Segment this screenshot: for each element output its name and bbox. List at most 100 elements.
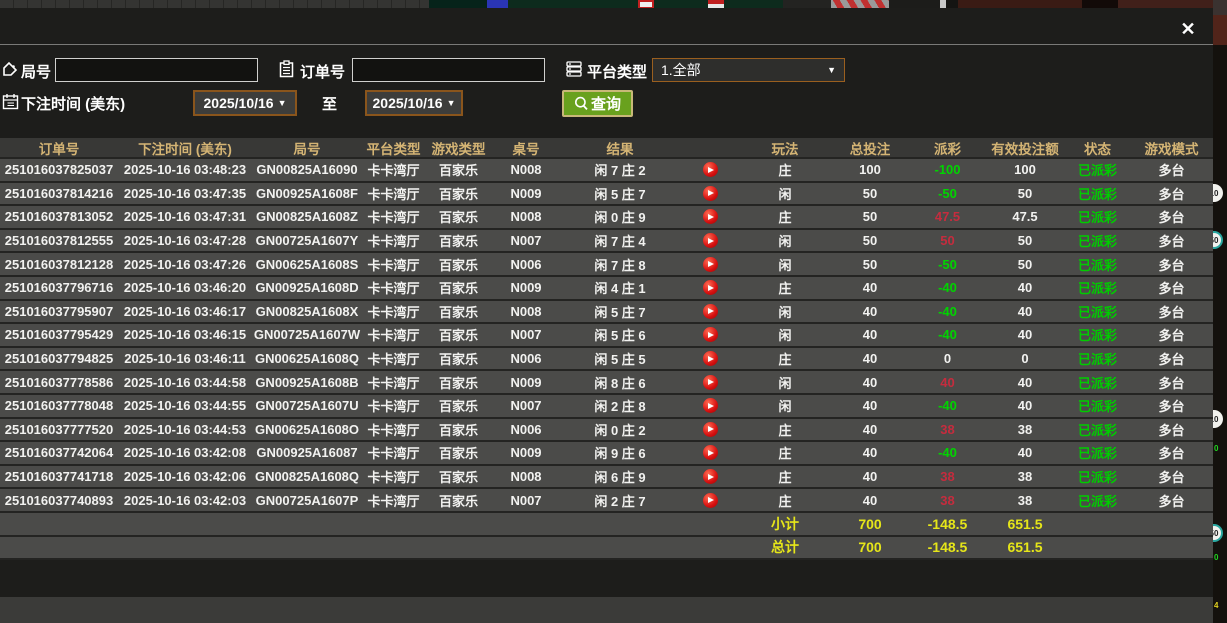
cell-game-type: 百家乐 xyxy=(438,422,478,438)
table-row: 251016037813052 2025-10-16 03:47:31 GN00… xyxy=(0,206,1213,230)
play-icon[interactable] xyxy=(702,492,718,508)
background-game-edge: 10 50 10 50 0 0 4 xyxy=(1213,0,1227,623)
cell-valid-bet: 40 xyxy=(1017,303,1033,319)
cell-round-id: GN00725A1607P xyxy=(255,492,359,508)
play-icon[interactable] xyxy=(702,280,718,296)
cell-table-no: N007 xyxy=(510,492,542,508)
play-icon[interactable] xyxy=(702,303,718,319)
cell-payout: -40 xyxy=(938,280,957,296)
cell-table-no: N007 xyxy=(510,233,542,249)
cell-replay xyxy=(680,253,740,275)
clipboard-icon xyxy=(278,60,295,78)
title-separator xyxy=(0,44,1213,45)
play-icon[interactable] xyxy=(702,398,718,414)
play-icon[interactable] xyxy=(702,351,718,367)
header-status: 状态 xyxy=(1084,141,1111,157)
cell-game-type: 百家乐 xyxy=(438,328,478,344)
cell-replay xyxy=(680,513,740,535)
cell-play-type: 庄 xyxy=(778,422,792,438)
cell-result: 闲 9 庄 6 xyxy=(594,446,646,462)
cell-platform: 卡卡湾厅 xyxy=(367,493,420,509)
cell-valid-bet: 40 xyxy=(1017,445,1033,461)
play-icon[interactable] xyxy=(702,233,718,249)
cell-platform: 卡卡湾厅 xyxy=(367,304,420,320)
cell-result: 闲 0 庄 9 xyxy=(594,210,646,226)
play-icon[interactable] xyxy=(702,185,718,201)
cell-valid-bet: 0 xyxy=(1021,351,1029,367)
date-range-to-label: 至 xyxy=(322,96,338,113)
cell-payout: 38 xyxy=(940,492,955,508)
table-footer-spacer xyxy=(0,597,1213,623)
header-replay xyxy=(680,138,740,157)
cell-play-type: 庄 xyxy=(778,493,792,509)
play-icon[interactable] xyxy=(702,162,718,178)
cell-game-mode: 多台 xyxy=(1158,446,1185,462)
cell-status: 已派彩 xyxy=(1077,446,1117,462)
round-id-label: 局号 xyxy=(21,64,52,81)
order-id-input[interactable] xyxy=(352,58,545,82)
cell-order-id: 251016037795907 xyxy=(4,303,114,319)
cell-status xyxy=(1065,537,1130,559)
table-row: 251016037825037 2025-10-16 03:48:23 GN00… xyxy=(0,159,1213,183)
cell-bet-time: 2025-10-16 03:47:28 xyxy=(123,233,247,249)
cell-replay xyxy=(680,348,740,370)
cell-game-type: 百家乐 xyxy=(438,352,478,368)
cell-payout: 47.5 xyxy=(934,209,961,225)
chip-50: 50 xyxy=(1213,524,1223,542)
cell-result: 闲 7 庄 4 xyxy=(594,234,646,250)
cell-status: 已派彩 xyxy=(1077,281,1117,297)
cell-total-bet: 100 xyxy=(859,162,881,178)
cell-replay xyxy=(680,277,740,299)
table-row: 251016037812555 2025-10-16 03:47:28 GN00… xyxy=(0,229,1213,254)
play-icon[interactable] xyxy=(702,256,718,272)
cell-platform: 卡卡湾厅 xyxy=(367,234,420,250)
cell-replay xyxy=(680,442,740,464)
cell-game-type: 百家乐 xyxy=(438,375,478,391)
cell-round-id: GN00825A1608Z xyxy=(256,209,358,225)
cell-game-mode: 多台 xyxy=(1158,328,1185,344)
cell-round-id: GN00825A16090 xyxy=(256,162,358,178)
cell-valid-bet: 50 xyxy=(1017,233,1033,249)
table-row: 251016037777520 2025-10-16 03:44:53 GN00… xyxy=(0,418,1213,443)
header-valid-bet: 有效投注额 xyxy=(991,141,1059,157)
cell-round-id: GN00625A1608Q xyxy=(254,351,360,367)
cell-result xyxy=(560,537,680,559)
cell-status: 已派彩 xyxy=(1077,493,1117,509)
cell-valid-bet: 40 xyxy=(1017,327,1033,343)
cell-result: 闲 8 庄 6 xyxy=(594,375,646,391)
chip-50: 50 xyxy=(1213,231,1223,249)
cell-order-id xyxy=(0,537,118,559)
round-id-input[interactable] xyxy=(55,58,258,82)
table-body: 251016037825037 2025-10-16 03:48:23 GN00… xyxy=(0,159,1213,561)
close-icon[interactable]: ✕ xyxy=(1177,18,1199,40)
play-icon[interactable] xyxy=(702,209,718,225)
cell-round-id: GN00825A1608X xyxy=(255,303,359,319)
play-icon[interactable] xyxy=(702,445,718,461)
cell-result xyxy=(560,513,680,535)
cell-status: 已派彩 xyxy=(1077,234,1117,250)
cell-replay xyxy=(680,537,740,559)
platform-type-select[interactable]: 1.全部 ▼ xyxy=(652,58,845,82)
play-icon[interactable] xyxy=(702,421,718,437)
table-row: 251016037742064 2025-10-16 03:42:08 GN00… xyxy=(0,442,1213,466)
date-to-picker[interactable]: 2025/10/16 ▼ xyxy=(365,90,463,116)
calendar-icon xyxy=(2,93,19,110)
search-button[interactable]: 查询 xyxy=(562,90,633,117)
table-row: 251016037778586 2025-10-16 03:44:58 GN00… xyxy=(0,371,1213,395)
cell-play-type: 庄 xyxy=(778,281,792,297)
cell-game-mode: 多台 xyxy=(1158,186,1185,202)
cell-result: 闲 5 庄 7 xyxy=(594,304,646,320)
cell-table-no: N006 xyxy=(510,421,542,437)
cell-game-type: 百家乐 xyxy=(438,163,478,179)
cell-bet-time: 2025-10-16 03:44:53 xyxy=(123,421,247,437)
cell-platform: 卡卡湾厅 xyxy=(367,399,420,415)
cell-valid-bet: 40 xyxy=(1017,398,1033,414)
cell-play-type: 闲 xyxy=(778,328,792,344)
date-from-picker[interactable]: 2025/10/16 ▼ xyxy=(193,90,297,116)
cell-replay xyxy=(680,371,740,393)
play-icon[interactable] xyxy=(702,374,718,390)
play-icon[interactable] xyxy=(702,327,718,343)
cell-payout: -50 xyxy=(938,256,957,272)
play-icon[interactable] xyxy=(702,469,718,485)
cell-valid-bet: 38 xyxy=(1017,421,1033,437)
